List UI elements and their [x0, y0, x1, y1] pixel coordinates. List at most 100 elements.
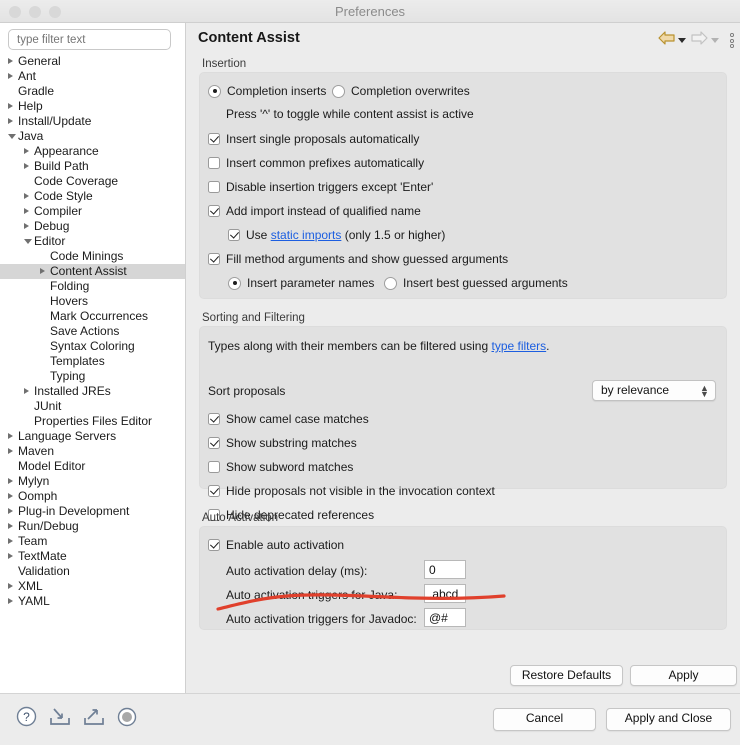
checkbox-add-import[interactable]: Add import instead of qualified name — [208, 204, 421, 218]
sidebar-item-code-minings[interactable]: Code Minings — [0, 249, 185, 264]
sidebar-item-appearance[interactable]: Appearance — [0, 144, 185, 159]
sidebar-item-code-style[interactable]: Code Style — [0, 189, 185, 204]
sidebar-item-general[interactable]: General — [0, 54, 185, 69]
auto-activation-javadoc-triggers-input[interactable] — [424, 608, 466, 627]
sort-proposals-select[interactable]: by relevance ▲ ▼ — [592, 380, 716, 401]
checkbox-disable-insertion-triggers[interactable]: Disable insertion triggers except 'Enter… — [208, 180, 433, 194]
sidebar-item-gradle[interactable]: Gradle — [0, 84, 185, 99]
checkbox-indicator — [208, 413, 220, 425]
tree-collapsed-arrow-icon[interactable] — [8, 523, 13, 529]
tree-collapsed-arrow-icon[interactable] — [24, 193, 29, 199]
radio-insert-parameter-names[interactable]: Insert parameter names — [228, 276, 374, 290]
radio-insert-best-guessed-arguments[interactable]: Insert best guessed arguments — [384, 276, 568, 290]
sidebar-item-plug-in-development[interactable]: Plug-in Development — [0, 504, 185, 519]
restore-defaults-button[interactable]: Restore Defaults — [510, 665, 623, 686]
sidebar-item-installed-jres[interactable]: Installed JREs — [0, 384, 185, 399]
sidebar-item-mark-occurrences[interactable]: Mark Occurrences — [0, 309, 185, 324]
sidebar-item-editor[interactable]: Editor — [0, 234, 185, 249]
sidebar-item-debug[interactable]: Debug — [0, 219, 185, 234]
checkbox-show-subword[interactable]: Show subword matches — [208, 460, 353, 474]
radio-completion-inserts[interactable]: Completion inserts — [208, 84, 326, 98]
sidebar-item-validation[interactable]: Validation — [0, 564, 185, 579]
sidebar-item-oomph[interactable]: Oomph — [0, 489, 185, 504]
tree-collapsed-arrow-icon[interactable] — [8, 508, 13, 514]
checkbox-fill-method-arguments[interactable]: Fill method arguments and show guessed a… — [208, 252, 508, 266]
sidebar-item-team[interactable]: Team — [0, 534, 185, 549]
tree-collapsed-arrow-icon[interactable] — [24, 148, 29, 154]
sidebar-item-ant[interactable]: Ant — [0, 69, 185, 84]
view-menu-icon[interactable] — [730, 33, 734, 48]
tree-collapsed-arrow-icon[interactable] — [40, 268, 45, 274]
checkbox-insert-single-proposals[interactable]: Insert single proposals automatically — [208, 132, 419, 146]
tree-collapsed-arrow-icon[interactable] — [8, 538, 13, 544]
sidebar-item-junit[interactable]: JUnit — [0, 399, 185, 414]
back-arrow-icon[interactable] — [658, 31, 675, 50]
sidebar-item-typing[interactable]: Typing — [0, 369, 185, 384]
tree-collapsed-arrow-icon[interactable] — [8, 118, 13, 124]
preference-tree: General Ant Gradle Help Install/Update Java Ap… — [0, 54, 185, 609]
sidebar-item-java[interactable]: Java — [0, 129, 185, 144]
sidebar-item-run-debug[interactable]: Run/Debug — [0, 519, 185, 534]
sidebar-item-language-servers[interactable]: Language Servers — [0, 429, 185, 444]
back-dropdown-caret-icon[interactable] — [678, 38, 686, 43]
sidebar-item-save-actions[interactable]: Save Actions — [0, 324, 185, 339]
sidebar-item-compiler[interactable]: Compiler — [0, 204, 185, 219]
tree-collapsed-arrow-icon[interactable] — [24, 163, 29, 169]
sidebar-item-label: Plug-in Development — [18, 504, 130, 518]
sidebar-item-folding[interactable]: Folding — [0, 279, 185, 294]
tree-collapsed-arrow-icon[interactable] — [8, 493, 13, 499]
checkbox-hide-not-visible[interactable]: Hide proposals not visible in the invoca… — [208, 484, 495, 498]
sidebar-item-content-assist[interactable]: Content Assist — [0, 264, 185, 279]
checkbox-indicator — [208, 539, 220, 551]
tree-collapsed-arrow-icon[interactable] — [8, 478, 13, 484]
import-icon[interactable] — [49, 706, 71, 732]
checkbox-show-substring[interactable]: Show substring matches — [208, 436, 357, 450]
sidebar-item-install-update[interactable]: Install/Update — [0, 114, 185, 129]
sidebar-item-hovers[interactable]: Hovers — [0, 294, 185, 309]
progress-icon[interactable] — [117, 707, 137, 732]
tree-collapsed-arrow-icon[interactable] — [24, 388, 29, 394]
checkbox-use-static-imports[interactable]: Use static imports (only 1.5 or higher) — [228, 228, 445, 242]
tree-collapsed-arrow-icon[interactable] — [8, 58, 13, 64]
sidebar-item-templates[interactable]: Templates — [0, 354, 185, 369]
filter-input[interactable] — [8, 29, 171, 50]
sidebar-item-properties-files-editor[interactable]: Properties Files Editor — [0, 414, 185, 429]
tree-expanded-arrow-icon[interactable] — [8, 134, 16, 139]
apply-button[interactable]: Apply — [630, 665, 737, 686]
tree-collapsed-arrow-icon[interactable] — [24, 208, 29, 214]
sidebar-item-model-editor[interactable]: Model Editor — [0, 459, 185, 474]
tree-collapsed-arrow-icon[interactable] — [8, 583, 13, 589]
sidebar-item-help[interactable]: Help — [0, 99, 185, 114]
type-filters-link[interactable]: type filters — [491, 339, 546, 353]
auto-activation-java-triggers-input[interactable] — [424, 584, 466, 603]
help-icon[interactable]: ? — [16, 706, 37, 732]
tree-collapsed-arrow-icon[interactable] — [8, 448, 13, 454]
auto-activation-delay-input[interactable] — [424, 560, 466, 579]
sidebar-item-label: Maven — [18, 444, 55, 458]
apply-and-close-button[interactable]: Apply and Close — [606, 708, 731, 731]
tree-collapsed-arrow-icon[interactable] — [8, 553, 13, 559]
export-icon[interactable] — [83, 706, 105, 732]
toggle-hint-text: Press '^' to toggle while content assist… — [226, 107, 474, 121]
tree-expanded-arrow-icon[interactable] — [24, 239, 32, 244]
checkbox-insert-common-prefixes[interactable]: Insert common prefixes automatically — [208, 156, 424, 170]
tree-collapsed-arrow-icon[interactable] — [24, 223, 29, 229]
checkbox-enable-auto-activation[interactable]: Enable auto activation — [208, 538, 344, 552]
tree-collapsed-arrow-icon[interactable] — [8, 103, 13, 109]
sidebar-item-syntax-coloring[interactable]: Syntax Coloring — [0, 339, 185, 354]
sidebar-item-mylyn[interactable]: Mylyn — [0, 474, 185, 489]
checkbox-show-camel-case[interactable]: Show camel case matches — [208, 412, 369, 426]
tree-collapsed-arrow-icon[interactable] — [8, 433, 13, 439]
sidebar-item-textmate[interactable]: TextMate — [0, 549, 185, 564]
radio-completion-overwrites[interactable]: Completion overwrites — [332, 84, 470, 98]
sidebar-item-xml[interactable]: XML — [0, 579, 185, 594]
static-imports-link[interactable]: static imports — [271, 228, 342, 242]
sidebar-item-maven[interactable]: Maven — [0, 444, 185, 459]
sidebar-item-yaml[interactable]: YAML — [0, 594, 185, 609]
tree-collapsed-arrow-icon[interactable] — [8, 73, 13, 79]
tree-collapsed-arrow-icon[interactable] — [8, 598, 13, 604]
cancel-button[interactable]: Cancel — [493, 708, 596, 731]
sidebar-item-build-path[interactable]: Build Path — [0, 159, 185, 174]
insertion-group: Insertion Completion inserts Completion … — [199, 57, 727, 299]
sidebar-item-code-coverage[interactable]: Code Coverage — [0, 174, 185, 189]
